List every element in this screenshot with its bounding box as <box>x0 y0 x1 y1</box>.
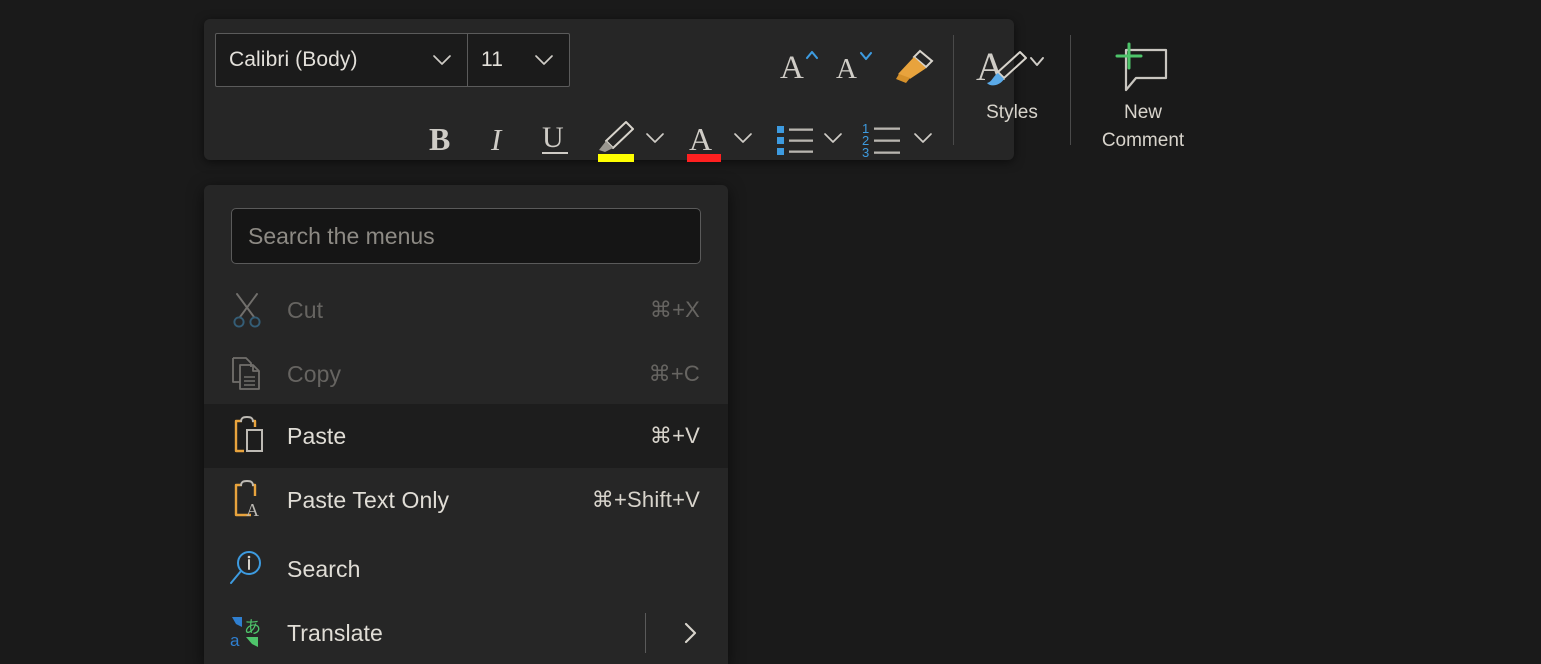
menu-item-shortcut: ⌘+Shift+V <box>592 487 700 513</box>
clipboard-paste-icon <box>224 416 270 456</box>
svg-text:あ: あ <box>244 618 261 638</box>
paintbrush-icon <box>890 45 938 89</box>
menu-item-shortcut: ⌘+V <box>650 423 700 449</box>
menu-item-shortcut: ⌘+X <box>650 297 700 323</box>
svg-text:A: A <box>246 500 259 520</box>
svg-text:U: U <box>542 121 564 154</box>
svg-text:3: 3 <box>862 145 869 160</box>
font-size-value: 11 <box>481 48 503 72</box>
menu-item-paste-text-only[interactable]: A Paste Text Only ⌘+Shift+V <box>204 468 728 532</box>
new-comment-button[interactable]: New Comment <box>1084 37 1202 165</box>
styles-button[interactable]: A Styles <box>967 37 1057 149</box>
toolbar-separator <box>953 35 954 145</box>
bold-icon: B <box>423 117 465 161</box>
font-combo-group: Calibri (Body) 11 <box>215 33 570 87</box>
shrink-font-icon: A <box>834 45 880 85</box>
menu-item-label: Copy <box>287 361 341 388</box>
text-highlight-color-button[interactable] <box>592 117 640 163</box>
grow-font-button[interactable]: A <box>778 45 824 85</box>
search-the-menus-input[interactable] <box>231 208 701 264</box>
styles-icon: A <box>974 37 1050 99</box>
toolbar-separator <box>1070 35 1071 145</box>
menu-item-label: Cut <box>287 297 323 324</box>
chevron-right-icon[interactable] <box>680 618 702 648</box>
text-highlight-color-dropdown[interactable] <box>642 123 668 153</box>
bulleted-list-icon <box>774 118 818 162</box>
menu-item-label: Translate <box>287 620 383 647</box>
svg-text:B: B <box>429 121 450 157</box>
font-color-dropdown[interactable] <box>730 123 756 153</box>
styles-label: Styles <box>986 99 1038 127</box>
chevron-down-icon <box>822 131 844 145</box>
font-color-button[interactable]: A <box>682 117 726 163</box>
bold-button[interactable]: B <box>423 117 465 161</box>
menu-item-cut[interactable]: Cut ⌘+X <box>204 278 728 342</box>
translate-icon: a あ <box>224 613 270 653</box>
font-color-icon: A <box>682 117 726 163</box>
numbering-dropdown[interactable] <box>910 123 936 153</box>
svg-text:a: a <box>230 631 240 650</box>
new-comment-icon <box>1108 37 1178 99</box>
menu-item-search[interactable]: Search <box>204 537 728 601</box>
submenu-separator <box>645 613 646 653</box>
menu-search-wrapper <box>231 208 701 264</box>
numbered-list-icon: 1 2 3 <box>860 118 908 162</box>
underline-icon: U <box>535 117 577 161</box>
underline-button[interactable]: U <box>535 117 577 161</box>
clipboard-text-icon: A <box>224 480 270 520</box>
format-painter-button[interactable] <box>890 45 938 89</box>
chevron-down-icon <box>533 53 555 67</box>
numbering-button[interactable]: 1 2 3 <box>860 118 908 162</box>
highlighter-icon <box>592 117 640 163</box>
copy-icon <box>224 355 270 393</box>
new-comment-label: New Comment <box>1102 99 1184 154</box>
menu-item-translate[interactable]: a あ Translate <box>204 601 728 664</box>
menu-item-paste[interactable]: Paste ⌘+V <box>204 404 728 468</box>
chevron-down-icon <box>732 131 754 145</box>
context-menu: Cut ⌘+X Copy ⌘+C Paste ⌘+V <box>204 185 728 664</box>
chevron-down-icon <box>912 131 934 145</box>
shrink-font-button[interactable]: A <box>834 45 880 85</box>
mini-formatting-toolbar: Calibri (Body) 11 A A <box>204 19 1014 160</box>
chevron-down-icon <box>431 53 453 67</box>
grow-font-icon: A <box>778 45 824 85</box>
svg-text:I: I <box>490 122 503 157</box>
italic-button[interactable]: I <box>479 117 521 161</box>
font-size-dropdown[interactable]: 11 <box>468 34 569 86</box>
menu-item-label: Search <box>287 556 360 583</box>
menu-item-label: Paste Text Only <box>287 487 449 514</box>
chevron-down-icon <box>644 131 666 145</box>
menu-item-label: Paste <box>287 423 346 450</box>
bullets-dropdown[interactable] <box>820 123 846 153</box>
scissors-icon <box>224 291 270 329</box>
svg-text:A: A <box>780 50 804 85</box>
bullets-button[interactable] <box>774 118 818 162</box>
font-name-value: Calibri (Body) <box>229 48 358 72</box>
svg-text:A: A <box>689 121 712 157</box>
font-name-dropdown[interactable]: Calibri (Body) <box>216 34 468 86</box>
svg-text:A: A <box>836 53 857 85</box>
menu-item-shortcut: ⌘+C <box>649 361 700 387</box>
magnifier-info-icon <box>224 549 270 589</box>
menu-item-copy[interactable]: Copy ⌘+C <box>204 342 728 406</box>
italic-icon: I <box>479 117 521 161</box>
